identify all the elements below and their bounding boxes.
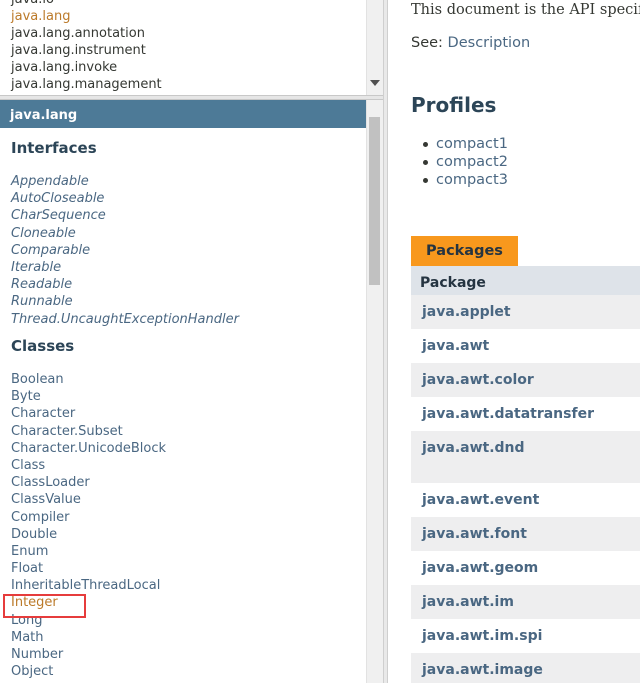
interfaces-heading: Interfaces [11, 139, 97, 157]
package-column-header: Package [411, 266, 640, 295]
class-link[interactable]: Character.Subset [11, 423, 166, 440]
package-link[interactable]: java.lang [11, 8, 162, 25]
table-row: java.awt.im [411, 585, 640, 619]
package-name-link[interactable]: java.awt.font [422, 526, 527, 542]
package-rows: java.applet java.awt java.awt.color java.aw… [411, 295, 640, 683]
classes-heading: Classes [11, 337, 75, 355]
package-link[interactable]: java.lang.instrument [11, 42, 162, 59]
class-link[interactable]: Byte [11, 388, 166, 405]
packages-table: Package java.applet java.awt java.awt.colo… [411, 266, 640, 683]
package-name-link[interactable]: java.awt.geom [422, 560, 538, 576]
table-row: java.awt.image [411, 653, 640, 683]
package-list-scrollbar[interactable] [366, 0, 383, 95]
table-row: java.awt [411, 329, 640, 363]
classes-list: Boolean Byte Character Character.Subset Char… [11, 371, 166, 680]
table-row: java.applet [411, 295, 640, 329]
package-name-link[interactable]: java.applet [422, 304, 511, 320]
see-label: See: [411, 35, 443, 51]
interface-link[interactable]: Cloneable [11, 225, 239, 242]
interface-link[interactable]: Iterable [11, 259, 239, 276]
description-link[interactable]: Description [448, 35, 531, 51]
class-link[interactable]: Double [11, 526, 166, 543]
highlight-box [3, 594, 86, 618]
package-name-link[interactable]: java.awt.image [422, 662, 543, 678]
scrollbar-thumb[interactable] [369, 117, 380, 285]
class-link[interactable]: Class [11, 457, 166, 474]
interfaces-list: Appendable AutoCloseable CharSequence Clone… [11, 173, 239, 328]
table-row: java.awt.dnd [411, 431, 640, 483]
scroll-down-arrow-icon[interactable] [370, 80, 380, 86]
class-link[interactable]: Character.UnicodeBlock [11, 440, 166, 457]
class-link[interactable]: ClassLoader [11, 474, 166, 491]
class-link[interactable]: Float [11, 560, 166, 577]
interface-link[interactable]: Readable [11, 276, 239, 293]
package-link[interactable]: java.lang.invoke [11, 59, 162, 76]
table-row: java.awt.im.spi [411, 619, 640, 653]
package-frame-title[interactable]: java.lang [0, 100, 366, 128]
package-name-link[interactable]: java.awt.dnd [422, 440, 525, 456]
overview-description: This document is the API specification [411, 2, 640, 18]
class-link[interactable]: Number [11, 646, 166, 663]
interface-link[interactable]: Runnable [11, 293, 239, 310]
class-link[interactable]: Math [11, 629, 166, 646]
profiles-list: compact1 compact2 compact3 [423, 135, 508, 189]
profile-link[interactable]: compact3 [423, 171, 508, 189]
interface-link[interactable]: AutoCloseable [11, 190, 239, 207]
package-name-link[interactable]: java.awt.event [422, 492, 539, 508]
interface-link[interactable]: Appendable [11, 173, 239, 190]
class-link[interactable]: InheritableThreadLocal [11, 577, 166, 594]
package-name-link[interactable]: java.awt [422, 338, 489, 354]
packages-tab[interactable]: Packages [411, 236, 518, 266]
class-link[interactable]: Boolean [11, 371, 166, 388]
class-link[interactable]: ClassValue [11, 491, 166, 508]
package-list-frame: java.iojava.langjava.lang.annotationjava… [0, 0, 383, 95]
table-row: java.awt.geom [411, 551, 640, 585]
see-line: See: Description [411, 35, 530, 51]
interface-link[interactable]: CharSequence [11, 207, 239, 224]
profile-link[interactable]: compact1 [423, 135, 508, 153]
class-list-frame: java.lang Interfaces Appendable AutoClose… [0, 100, 383, 683]
profiles-heading: Profiles [411, 93, 497, 117]
package-link[interactable]: java.lang.annotation [11, 25, 162, 42]
table-row: java.awt.color [411, 363, 640, 397]
table-row: java.awt.event [411, 483, 640, 517]
class-link[interactable]: Character [11, 405, 166, 422]
package-link[interactable]: java.io [11, 0, 162, 8]
package-name-link[interactable]: java.awt.color [422, 372, 534, 388]
interface-link[interactable]: Comparable [11, 242, 239, 259]
package-name-link[interactable]: java.awt.im.spi [422, 628, 542, 644]
package-name-link[interactable]: java.awt.datatransfer [422, 406, 594, 422]
class-link[interactable]: Compiler [11, 509, 166, 526]
class-link[interactable]: Enum [11, 543, 166, 560]
class-list-scrollbar[interactable] [366, 100, 383, 683]
interface-link[interactable]: Thread.UncaughtExceptionHandler [11, 311, 239, 328]
package-list: java.iojava.langjava.lang.annotationjava… [11, 0, 162, 93]
content-frame: This document is the API specification S… [388, 0, 640, 683]
class-link[interactable]: Object [11, 663, 166, 680]
table-row: java.awt.font [411, 517, 640, 551]
package-link[interactable]: java.lang.management [11, 76, 162, 93]
table-row: java.awt.datatransfer [411, 397, 640, 431]
package-name-link[interactable]: java.awt.im [422, 594, 514, 610]
profile-link[interactable]: compact2 [423, 153, 508, 171]
